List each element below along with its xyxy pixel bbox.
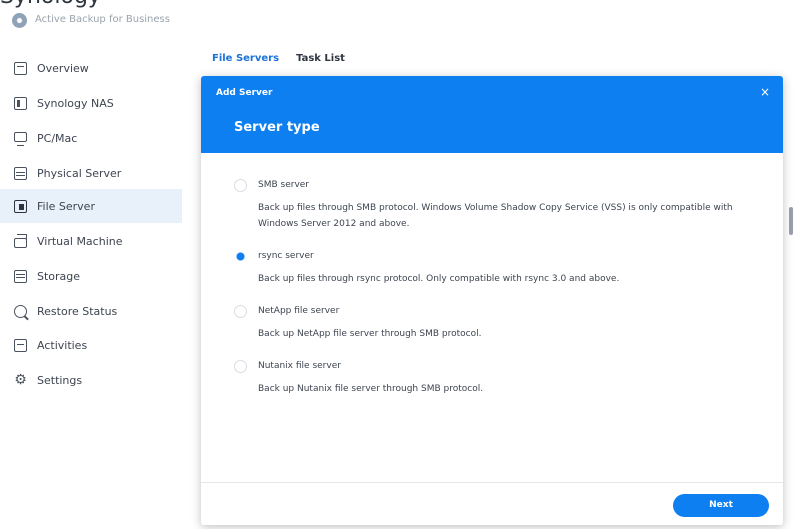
sidebar-item-label: Restore Status [37, 304, 118, 318]
dialog-title: Add Server [216, 88, 273, 98]
gear-icon: ⚙ [14, 371, 27, 388]
sidebar-item-storage[interactable]: Storage [0, 259, 182, 293]
next-button[interactable]: Next [673, 494, 769, 517]
cropped-heading: Synology [0, 0, 101, 8]
sidebar-item-pc-mac[interactable]: PC/Mac [0, 121, 182, 155]
nutanix-file-server-radio[interactable] [234, 360, 247, 373]
option-label: rsync server [258, 251, 314, 261]
sidebar-item-label: Settings [37, 373, 83, 387]
dialog-header: Add Server × Server type [201, 76, 783, 153]
main-tabs: File Servers Task List [212, 53, 345, 73]
sidebar-item-label: File Server [37, 199, 95, 213]
restore-icon [14, 304, 27, 318]
sidebar-item-file-server[interactable]: File Server [0, 189, 182, 223]
netapp-file-server-radio[interactable] [234, 305, 247, 318]
sidebar-item-label: Storage [37, 269, 81, 283]
tab-file-servers[interactable]: File Servers [212, 53, 279, 73]
sidebar: Overview Synology NAS PC/Mac Physical Se… [0, 46, 182, 529]
overview-icon [14, 61, 27, 75]
sidebar-item-label: Overview [37, 61, 89, 75]
rsync-server-radio[interactable] [234, 250, 247, 263]
sidebar-item-synology-nas[interactable]: Synology NAS [0, 86, 182, 120]
nas-icon [14, 96, 27, 110]
server-icon [14, 166, 27, 180]
sidebar-item-label: PC/Mac [37, 131, 78, 145]
option-description: Back up files through SMB protocol. Wind… [258, 203, 733, 229]
option-description: Back up files through rsync protocol. On… [258, 274, 620, 284]
app-logo-icon [12, 13, 27, 28]
option-label: Nutanix file server [258, 361, 341, 371]
sidebar-item-label: Synology NAS [37, 96, 114, 110]
close-icon[interactable]: × [757, 84, 773, 100]
sidebar-item-virtual-machine[interactable]: Virtual Machine [0, 224, 182, 258]
sidebar-item-label: Activities [37, 338, 88, 352]
virtual-machine-icon [14, 233, 27, 248]
sidebar-item-overview[interactable]: Overview [0, 51, 182, 85]
sidebar-item-settings[interactable]: ⚙ Settings [0, 363, 182, 397]
sidebar-item-restore-status[interactable]: Restore Status [0, 294, 182, 328]
sidebar-item-activities[interactable]: Activities [0, 328, 182, 362]
file-server-icon [14, 199, 27, 213]
app-title: Active Backup for Business [35, 14, 170, 25]
dialog-footer: Next [201, 482, 783, 525]
dialog-subtitle: Server type [234, 120, 320, 135]
pc-icon [14, 132, 27, 146]
tab-task-list[interactable]: Task List [296, 53, 345, 73]
sidebar-item-physical-server[interactable]: Physical Server [0, 156, 182, 190]
sidebar-item-label: Physical Server [37, 166, 122, 180]
add-server-dialog: Add Server × Server type SMB server Back… [201, 76, 783, 525]
storage-icon [14, 269, 27, 283]
smb-server-radio[interactable] [234, 179, 247, 192]
option-description: Back up NetApp file server through SMB p… [258, 329, 482, 339]
scrollbar-thumb[interactable] [789, 207, 793, 235]
sidebar-item-label: Virtual Machine [37, 234, 123, 248]
option-description: Back up Nutanix file server through SMB … [258, 384, 484, 394]
activities-icon [14, 338, 27, 352]
option-label: NetApp file server [258, 306, 340, 316]
option-label: SMB server [258, 180, 310, 190]
title-bar: Synology Active Backup for Business [0, 0, 795, 36]
